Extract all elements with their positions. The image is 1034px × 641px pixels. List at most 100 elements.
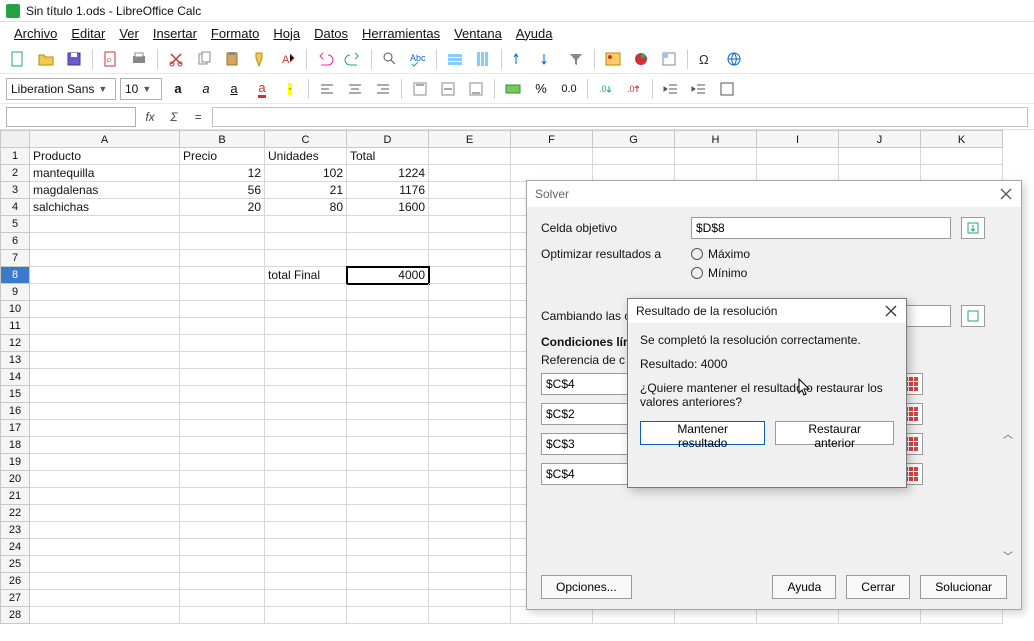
keep-result-button[interactable]: Mantener resultado bbox=[640, 421, 765, 445]
print-icon[interactable] bbox=[127, 47, 151, 71]
cell[interactable] bbox=[347, 573, 429, 590]
cell[interactable] bbox=[265, 369, 347, 386]
column-header[interactable]: H bbox=[675, 130, 757, 148]
cell[interactable] bbox=[429, 352, 511, 369]
sort-asc-icon[interactable] bbox=[508, 47, 532, 71]
row-header[interactable]: 5 bbox=[0, 216, 30, 233]
cell[interactable]: Producto bbox=[30, 148, 180, 165]
cell[interactable] bbox=[30, 420, 180, 437]
cell[interactable] bbox=[30, 284, 180, 301]
underline-icon[interactable]: a bbox=[222, 77, 246, 101]
cell[interactable]: Precio bbox=[180, 148, 265, 165]
cell[interactable] bbox=[30, 369, 180, 386]
undo-icon[interactable] bbox=[313, 47, 337, 71]
cell[interactable] bbox=[429, 539, 511, 556]
column-header[interactable]: E bbox=[429, 130, 511, 148]
cell[interactable] bbox=[429, 318, 511, 335]
close-button[interactable]: Cerrar bbox=[846, 575, 910, 599]
cell[interactable] bbox=[30, 335, 180, 352]
row-header[interactable]: 19 bbox=[0, 454, 30, 471]
cell[interactable] bbox=[30, 403, 180, 420]
cell[interactable] bbox=[347, 471, 429, 488]
row-header[interactable]: 11 bbox=[0, 318, 30, 335]
cell[interactable] bbox=[30, 301, 180, 318]
cell[interactable] bbox=[30, 590, 180, 607]
cell[interactable] bbox=[593, 148, 675, 165]
cell[interactable] bbox=[429, 488, 511, 505]
row-header[interactable]: 2 bbox=[0, 165, 30, 182]
row-header[interactable]: 16 bbox=[0, 403, 30, 420]
cell[interactable] bbox=[180, 250, 265, 267]
cell[interactable] bbox=[180, 488, 265, 505]
column-header[interactable]: K bbox=[921, 130, 1003, 148]
restore-button[interactable]: Restaurar anterior bbox=[775, 421, 894, 445]
scroll-up-icon[interactable]: ︿ bbox=[1003, 431, 1013, 441]
row-header[interactable]: 17 bbox=[0, 420, 30, 437]
column-header[interactable]: C bbox=[265, 130, 347, 148]
cell[interactable] bbox=[429, 573, 511, 590]
cell[interactable]: 4000 bbox=[347, 267, 429, 284]
cell[interactable] bbox=[180, 352, 265, 369]
cell[interactable] bbox=[429, 471, 511, 488]
cell[interactable] bbox=[180, 233, 265, 250]
cell[interactable] bbox=[347, 250, 429, 267]
fx-icon[interactable]: fx bbox=[140, 110, 160, 124]
font-color-icon[interactable]: a bbox=[250, 77, 274, 101]
cell[interactable] bbox=[265, 318, 347, 335]
menu-herramientas[interactable]: Herramientas bbox=[356, 24, 446, 43]
cell[interactable]: 1224 bbox=[347, 165, 429, 182]
cell[interactable] bbox=[180, 454, 265, 471]
cell[interactable]: 12 bbox=[180, 165, 265, 182]
menu-ayuda[interactable]: Ayuda bbox=[510, 24, 559, 43]
menu-ver[interactable]: Ver bbox=[113, 24, 145, 43]
percent-icon[interactable]: % bbox=[529, 77, 553, 101]
column-header[interactable]: F bbox=[511, 130, 593, 148]
cell[interactable] bbox=[429, 454, 511, 471]
valign-bot-icon[interactable] bbox=[464, 77, 488, 101]
cell[interactable]: Unidades bbox=[265, 148, 347, 165]
cell[interactable] bbox=[30, 505, 180, 522]
cell[interactable] bbox=[265, 335, 347, 352]
cell[interactable] bbox=[180, 386, 265, 403]
row-header[interactable]: 23 bbox=[0, 522, 30, 539]
cell[interactable] bbox=[347, 420, 429, 437]
paste-icon[interactable] bbox=[220, 47, 244, 71]
spellcheck-icon[interactable]: Abc bbox=[406, 47, 430, 71]
cell[interactable] bbox=[180, 556, 265, 573]
cell[interactable] bbox=[347, 607, 429, 624]
radio-min[interactable]: Mínimo bbox=[691, 266, 750, 280]
pivot-icon[interactable] bbox=[657, 47, 681, 71]
cell[interactable] bbox=[180, 573, 265, 590]
cell[interactable] bbox=[429, 420, 511, 437]
cell[interactable] bbox=[30, 437, 180, 454]
shrink-icon[interactable] bbox=[961, 217, 985, 239]
cell[interactable] bbox=[265, 454, 347, 471]
save-icon[interactable] bbox=[62, 47, 86, 71]
cell[interactable] bbox=[30, 556, 180, 573]
cell[interactable] bbox=[265, 488, 347, 505]
cell[interactable] bbox=[265, 437, 347, 454]
autofilter-icon[interactable] bbox=[564, 47, 588, 71]
menu-ventana[interactable]: Ventana bbox=[448, 24, 508, 43]
row-header[interactable]: 3 bbox=[0, 182, 30, 199]
menu-insertar[interactable]: Insertar bbox=[147, 24, 203, 43]
column-icon[interactable] bbox=[471, 47, 495, 71]
cell[interactable] bbox=[265, 590, 347, 607]
cell[interactable] bbox=[30, 386, 180, 403]
cell[interactable] bbox=[30, 352, 180, 369]
cell[interactable]: 20 bbox=[180, 199, 265, 216]
cell[interactable] bbox=[265, 250, 347, 267]
bold-icon[interactable]: a bbox=[166, 77, 190, 101]
cell[interactable] bbox=[429, 182, 511, 199]
special-char-icon[interactable]: Ω bbox=[694, 47, 718, 71]
radio-max[interactable]: Máximo bbox=[691, 247, 750, 261]
italic-icon[interactable]: a bbox=[194, 77, 218, 101]
menu-datos[interactable]: Datos bbox=[308, 24, 354, 43]
cell[interactable] bbox=[180, 522, 265, 539]
cell[interactable] bbox=[429, 590, 511, 607]
row-header[interactable]: 8 bbox=[0, 267, 30, 284]
cell[interactable]: 102 bbox=[265, 165, 347, 182]
column-header[interactable]: D bbox=[347, 130, 429, 148]
align-right-icon[interactable] bbox=[371, 77, 395, 101]
cell[interactable] bbox=[347, 403, 429, 420]
